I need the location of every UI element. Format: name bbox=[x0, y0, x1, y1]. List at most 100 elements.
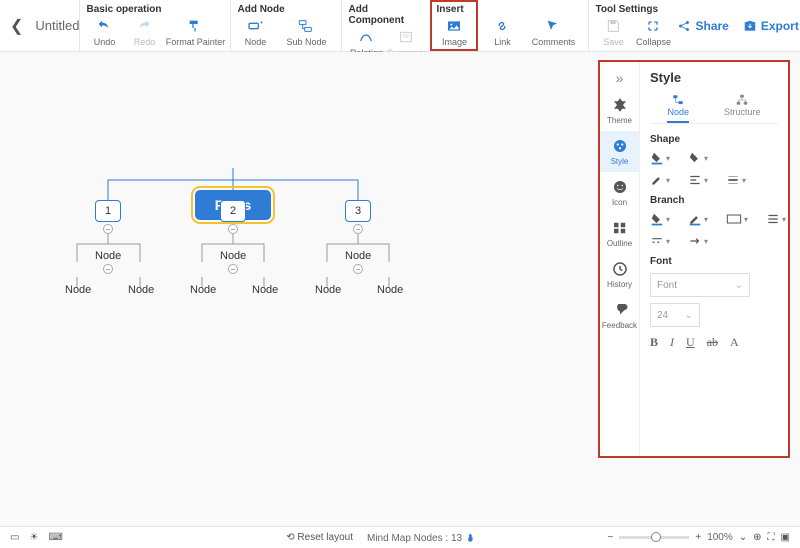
branch-shape-control[interactable]: ▾ bbox=[726, 212, 748, 226]
branch-pen-control[interactable]: ▾ bbox=[688, 212, 708, 226]
dash-icon bbox=[650, 234, 664, 248]
leaf-node[interactable]: Node bbox=[377, 284, 403, 296]
keyboard-icon[interactable]: ⌨ bbox=[48, 532, 62, 543]
branch-color-control[interactable]: ▾ bbox=[650, 212, 670, 226]
add-sub-node-button[interactable]: Sub Node bbox=[277, 17, 335, 47]
font-size-select[interactable]: 24⌄ bbox=[650, 303, 700, 327]
node-tab-icon bbox=[671, 93, 685, 107]
insert-comments-button[interactable]: Comments bbox=[524, 17, 582, 47]
link-icon bbox=[493, 17, 511, 35]
fill-icon bbox=[650, 212, 664, 226]
sub-node-icon bbox=[297, 17, 315, 35]
leaf-node[interactable]: Node bbox=[128, 284, 154, 296]
back-button[interactable]: ❮ bbox=[10, 16, 23, 36]
collapse-panel-button[interactable]: » bbox=[612, 66, 628, 90]
strip-style[interactable]: Style bbox=[600, 131, 639, 172]
fill-color-control-2[interactable]: ▾ bbox=[688, 151, 708, 165]
share-button[interactable]: Share bbox=[677, 19, 728, 33]
fill-icon bbox=[650, 151, 664, 165]
section-branch: Branch bbox=[650, 195, 778, 206]
lines-icon bbox=[766, 212, 780, 226]
zoom-handle[interactable] bbox=[651, 532, 661, 542]
collapse-toggle[interactable] bbox=[353, 264, 363, 274]
leaf-node[interactable]: Node bbox=[65, 284, 91, 296]
collapse-toggle[interactable] bbox=[353, 224, 363, 234]
zoom-out-button[interactable]: − bbox=[608, 532, 614, 543]
format-painter-button[interactable]: Format Painter bbox=[166, 17, 224, 47]
collapse-toggle[interactable] bbox=[228, 224, 238, 234]
strip-icon[interactable]: Icon bbox=[600, 172, 639, 213]
node-3[interactable]: 3 bbox=[345, 200, 371, 222]
collapse-toggle[interactable] bbox=[103, 264, 113, 274]
section-font: Font bbox=[650, 256, 778, 267]
zoom-level: 100% bbox=[707, 532, 733, 543]
collapse-button[interactable]: Collapse bbox=[635, 17, 671, 47]
leaf-node[interactable]: Node bbox=[315, 284, 341, 296]
branch-lines-control[interactable]: ▾ bbox=[766, 212, 786, 226]
strip-feedback[interactable]: Feedback bbox=[600, 295, 639, 336]
insert-image-button[interactable]: Image bbox=[436, 17, 472, 47]
child-node[interactable]: Node bbox=[95, 250, 121, 262]
strip-theme[interactable]: Theme bbox=[600, 90, 639, 131]
pencil-icon bbox=[650, 173, 664, 187]
leaf-node[interactable]: Node bbox=[252, 284, 278, 296]
child-node[interactable]: Node bbox=[220, 250, 246, 262]
save-icon bbox=[604, 17, 622, 35]
structure-tab-icon bbox=[735, 93, 749, 107]
node-count: Mind Map Nodes : 13 bbox=[367, 532, 476, 544]
statusbar: ▭ ☀ ⌨ ⟲ Reset layout Mind Map Nodes : 13… bbox=[0, 526, 800, 548]
undo-button[interactable]: Undo bbox=[86, 17, 122, 47]
center-icon[interactable]: ⊕ bbox=[753, 532, 761, 543]
fill-color-control[interactable]: ▾ bbox=[650, 151, 670, 165]
tab-structure[interactable]: Structure bbox=[724, 93, 761, 123]
italic-button[interactable]: I bbox=[670, 335, 674, 350]
document-title: Untitled bbox=[35, 18, 79, 33]
node-1[interactable]: 1 bbox=[95, 200, 121, 222]
redo-button[interactable]: Redo bbox=[126, 17, 162, 47]
zoom-slider[interactable] bbox=[619, 536, 689, 539]
strip-history[interactable]: History bbox=[600, 254, 639, 295]
collapse-icon bbox=[644, 17, 662, 35]
bold-button[interactable]: B bbox=[650, 335, 658, 350]
font-color-button[interactable]: A bbox=[730, 335, 739, 350]
pencil-icon bbox=[688, 212, 702, 226]
underline-button[interactable]: U bbox=[686, 335, 695, 350]
align-control[interactable]: ▾ bbox=[688, 173, 708, 187]
strikethrough-button[interactable]: ab bbox=[707, 335, 718, 350]
export-icon bbox=[743, 19, 757, 33]
node-2[interactable]: 2 bbox=[220, 200, 246, 222]
redo-icon bbox=[135, 17, 153, 35]
leaf-node[interactable]: Node bbox=[190, 284, 216, 296]
export-button[interactable]: Export bbox=[743, 19, 799, 33]
collapse-toggle[interactable] bbox=[228, 264, 238, 274]
branch-style-control[interactable]: ▾ bbox=[650, 234, 670, 248]
collapse-toggle[interactable] bbox=[103, 224, 113, 234]
fit-icon[interactable]: ▣ bbox=[781, 532, 790, 543]
border-width-control[interactable]: ▾ bbox=[726, 173, 746, 187]
child-node[interactable]: Node bbox=[345, 250, 371, 262]
comments-icon bbox=[544, 17, 562, 35]
strip-outline[interactable]: Outline bbox=[600, 213, 639, 254]
section-shape: Shape bbox=[650, 134, 778, 145]
add-node-button[interactable]: + Node bbox=[237, 17, 273, 47]
group-basic-operation: Basic operation Undo Redo Format Painter bbox=[79, 0, 230, 51]
border-style-control[interactable]: ▾ bbox=[650, 173, 670, 187]
tab-node[interactable]: Node bbox=[667, 93, 689, 123]
rect-icon bbox=[726, 213, 742, 225]
weight-icon bbox=[726, 173, 740, 187]
reset-layout-button[interactable]: ⟲ Reset layout bbox=[286, 532, 353, 543]
lines-icon bbox=[688, 173, 702, 187]
arrow-icon bbox=[688, 234, 702, 248]
insert-link-button[interactable]: Link bbox=[484, 17, 520, 47]
fullscreen-icon[interactable]: ⛶ bbox=[768, 532, 775, 543]
save-button[interactable]: Save bbox=[595, 17, 631, 47]
branch-arrow-control[interactable]: ▾ bbox=[688, 234, 708, 248]
font-family-select[interactable]: Font⌄ bbox=[650, 273, 750, 297]
summary-icon bbox=[397, 28, 415, 46]
zoom-in-button[interactable]: + bbox=[695, 532, 701, 543]
brightness-icon[interactable]: ☀ bbox=[29, 532, 38, 543]
presentation-icon[interactable]: ▭ bbox=[10, 532, 19, 543]
panel-title: Style bbox=[650, 70, 778, 85]
chevron-down-icon[interactable]: ⌄ bbox=[739, 532, 747, 543]
toolbar: ❮ Untitled Basic operation Undo Redo For… bbox=[0, 0, 800, 52]
